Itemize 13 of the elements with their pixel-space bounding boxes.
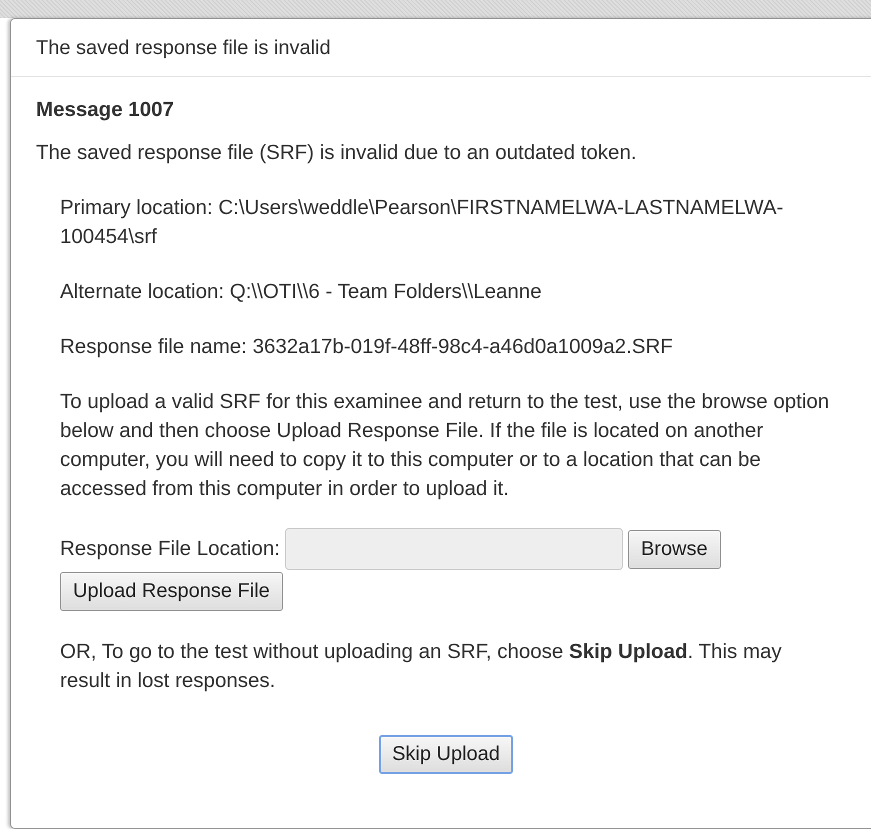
intro-text: The saved response file (SRF) is invalid due to an outdated token. — [36, 140, 638, 166]
detail-text: Alternate location: Q:\\OTI\\6 - Team Folders\\Leanne — [60, 279, 543, 305]
message-heading: Message 1007 — [36, 97, 175, 123]
browse-button[interactable]: Browse — [628, 530, 721, 568]
upload-button[interactable]: Upload Response File — [60, 572, 283, 611]
file-location-field[interactable] — [284, 528, 623, 570]
detail-text: Primary location: C:\Users\weddle\Pearson\FIRSTNAMELWA-LASTNAMELWA-100454\srf — [60, 195, 784, 250]
detail-text: Response file name: 3632a17b-019f-48ff-98c4-a46d0a1009a2.SRF — [60, 334, 674, 360]
skip-upload-button[interactable]: Skip Upload — [379, 735, 513, 774]
dialog-title: The saved response file is invalid — [36, 37, 331, 59]
skip-note: OR, To go to the test without uploading an SRF, choose Skip Upload. This may result in lost responses. — [60, 639, 783, 694]
detail-text: To upload a valid SRF for this examinee and return to the test, use the browse option below and then choose Upload Response File. If the file is located on another computer, you will need to copy it to this computer or to a location that can be accessed from this computer in order to upload it. — [60, 389, 830, 502]
field-label: Response File Location: — [60, 537, 280, 561]
